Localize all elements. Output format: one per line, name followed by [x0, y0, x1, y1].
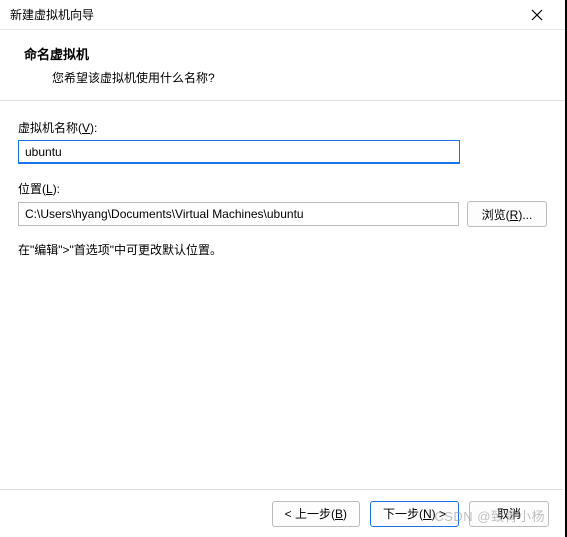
cancel-button[interactable]: 取消	[469, 501, 549, 527]
wizard-subheading: 您希望该虚拟机使用什么名称?	[52, 69, 555, 86]
wizard-footer: < 上一步(B) 下一步(N) > 取消	[0, 489, 563, 537]
close-icon	[531, 9, 543, 21]
vm-name-label: 虚拟机名称(V):	[18, 119, 547, 136]
wizard-header: 命名虚拟机 您希望该虚拟机使用什么名称?	[0, 30, 565, 100]
location-input[interactable]	[18, 202, 459, 226]
next-button[interactable]: 下一步(N) >	[370, 501, 459, 527]
wizard-content: 虚拟机名称(V): 位置(L): 浏览(R)... 在"编辑">"首选项"中可更…	[0, 101, 565, 258]
titlebar: 新建虚拟机向导	[0, 0, 565, 30]
browse-button[interactable]: 浏览(R)...	[467, 201, 547, 227]
vm-name-input[interactable]	[18, 140, 460, 164]
back-button[interactable]: < 上一步(B)	[272, 501, 360, 527]
window-title: 新建虚拟机向导	[10, 6, 94, 23]
close-button[interactable]	[517, 1, 557, 29]
location-label: 位置(L):	[18, 180, 547, 197]
location-hint: 在"编辑">"首选项"中可更改默认位置。	[18, 241, 547, 258]
wizard-heading: 命名虚拟机	[24, 44, 555, 63]
